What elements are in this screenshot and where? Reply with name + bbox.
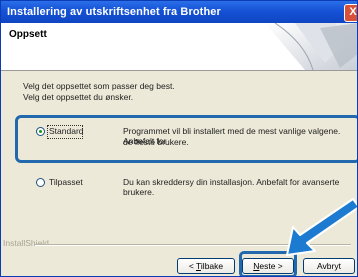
header-panel: Oppsett (1, 23, 357, 71)
cancel-button[interactable]: Avbryt (303, 258, 355, 274)
custom-option-label[interactable]: Tilpasset (49, 177, 83, 187)
standard-radio[interactable] (36, 127, 45, 136)
installer-window: Installering av utskriftsenhet fra Broth… (0, 0, 358, 277)
custom-option-desc: Du kan skreddersy din installasjon. Anbe… (123, 177, 340, 197)
description-line-2: Velg det oppsettet du ønsker. (23, 92, 134, 102)
close-icon[interactable]: X (344, 4, 357, 22)
page-title: Oppsett (9, 29, 47, 40)
back-button[interactable]: < Tilbake (177, 258, 235, 274)
header-graphic (265, 23, 357, 70)
custom-radio[interactable] (36, 178, 45, 187)
standard-option-desc-line-2: de fleste brukere. (123, 137, 189, 147)
pointer-arrow-icon (286, 198, 357, 256)
back-rest: ilbake (200, 261, 224, 271)
back-prefix: < (188, 261, 197, 271)
title-bar[interactable]: Installering av utskriftsenhet fra Broth… (1, 1, 357, 23)
standard-option-label[interactable]: Standard (49, 126, 84, 136)
installshield-label: InstallShield (3, 238, 49, 248)
description-line-1: Velg det oppsettet som passer deg best. (23, 81, 175, 91)
window-title: Installering av utskriftsenhet fra Broth… (7, 6, 221, 18)
